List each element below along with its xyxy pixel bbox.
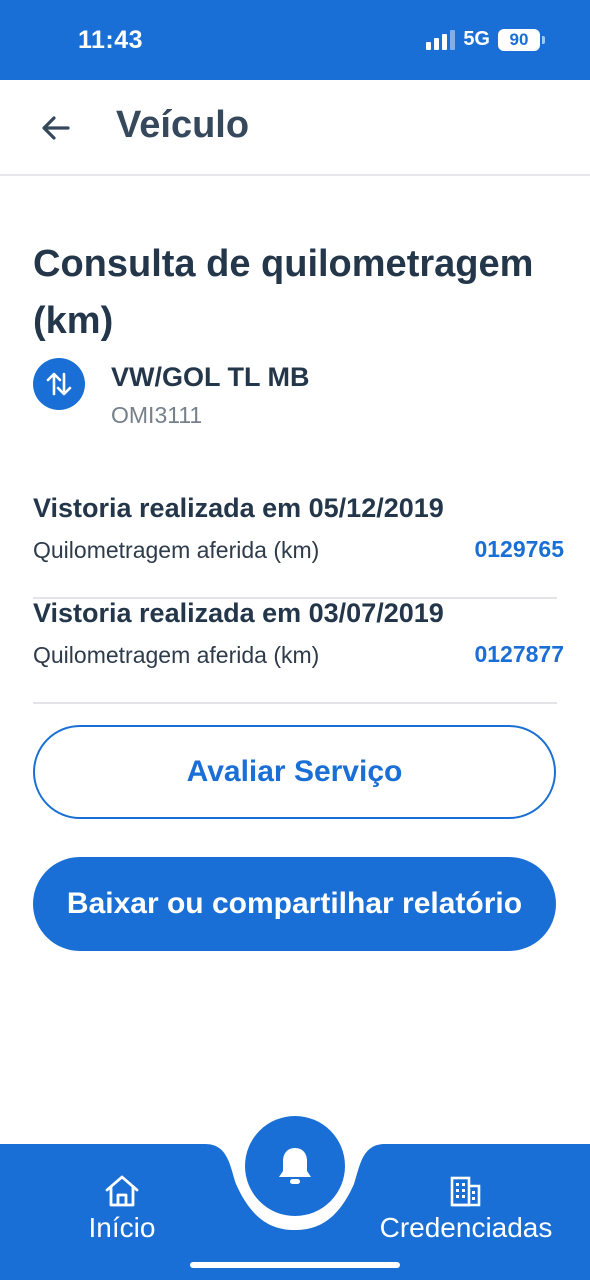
- app-header: Veículo: [0, 80, 590, 176]
- notifications-button[interactable]: [245, 1116, 345, 1216]
- swap-vertical-icon: [46, 372, 72, 396]
- back-button[interactable]: [38, 110, 74, 146]
- inspection-date: Vistoria realizada em 05/12/2019: [33, 493, 444, 523]
- bell-icon: [279, 1148, 311, 1184]
- inspection-item: Vistoria realizada em 05/12/2019 Quilome…: [33, 493, 564, 599]
- page-title: Consulta de quilometragem (km): [33, 243, 534, 342]
- bottom-nav: Início Credenciadas: [0, 1080, 590, 1280]
- nav-accredited[interactable]: Credenciadas: [372, 1174, 560, 1244]
- home-indicator: [190, 1262, 400, 1268]
- mileage-label: Quilometragem aferida (km): [33, 642, 320, 668]
- building-icon: [450, 1176, 481, 1207]
- vehicle-plate: OMI3111: [111, 402, 203, 428]
- signal-icon: [426, 29, 456, 50]
- status-indicators: 5G 90: [426, 28, 545, 51]
- vehicle-name: VW/GOL TL MB: [111, 362, 310, 392]
- inspection-item: Vistoria realizada em 03/07/2019 Quilome…: [33, 598, 564, 704]
- home-icon: [105, 1175, 139, 1207]
- vehicle-avatar: [33, 358, 85, 410]
- nav-accredited-label: Credenciadas: [379, 1212, 553, 1243]
- battery-icon: 90: [498, 28, 545, 51]
- rate-service-button[interactable]: Avaliar Serviço: [33, 725, 556, 819]
- status-bar: 11:43 5G 90: [0, 0, 590, 80]
- mileage-value: 0129765: [474, 536, 564, 562]
- inspection-date: Vistoria realizada em 03/07/2019: [33, 598, 444, 628]
- header-title: Veículo: [116, 104, 250, 146]
- mileage-label: Quilometragem aferida (km): [33, 537, 320, 563]
- arrow-left-icon: [42, 116, 70, 140]
- status-time: 11:43: [78, 26, 144, 54]
- mileage-value: 0127877: [474, 641, 564, 667]
- nav-home-label: Início: [88, 1212, 156, 1243]
- nav-home[interactable]: Início: [62, 1174, 182, 1244]
- network-type: 5G: [463, 28, 490, 50]
- download-share-report-button[interactable]: Baixar ou compartilhar relatório: [33, 857, 556, 951]
